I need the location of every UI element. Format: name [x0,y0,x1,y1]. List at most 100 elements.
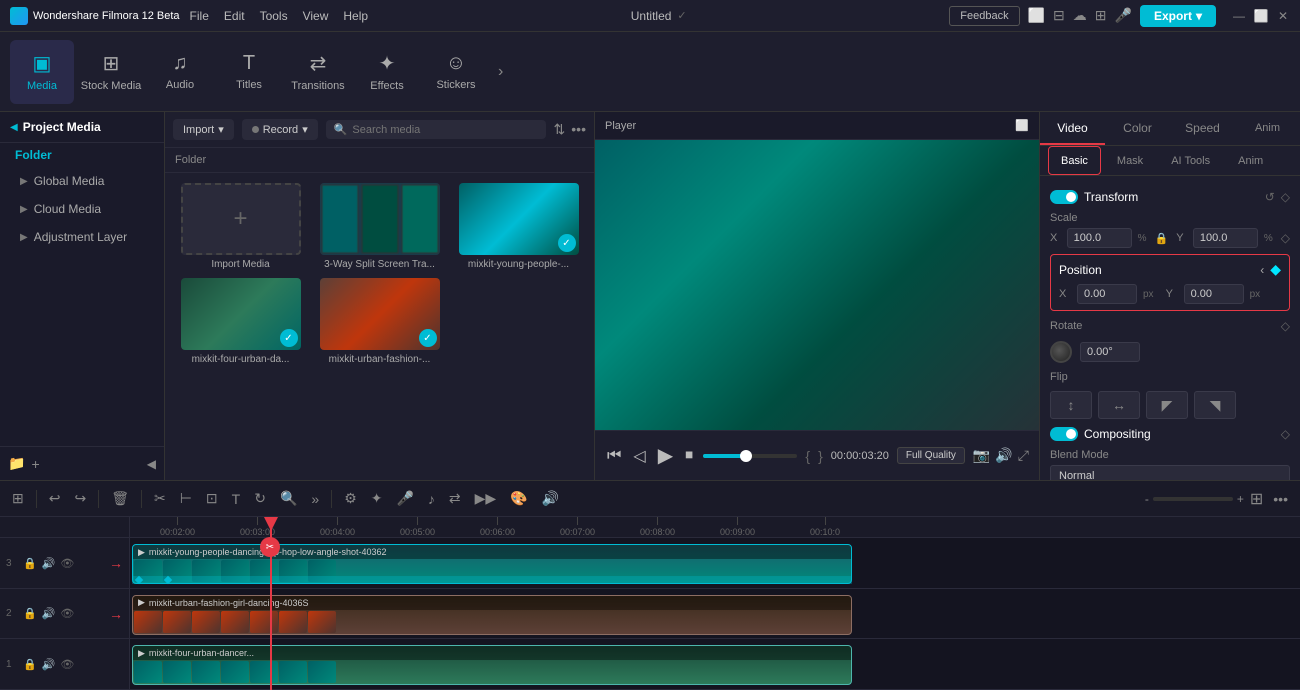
position-arrow-icon[interactable]: ‹ [1260,263,1264,277]
scale-reset-icon[interactable]: ◇ [1281,231,1290,245]
rotate-input[interactable] [1080,342,1140,362]
toolbar-stickers[interactable]: ☺ Stickers [424,40,488,104]
flip-corner-tr-button[interactable]: ◥ [1194,391,1236,419]
lock-icon[interactable]: 🔒 [1155,232,1169,245]
toggle-grid-icon[interactable]: ⊞ [1250,489,1263,509]
crop-icon[interactable]: ⊡ [202,488,222,509]
left-panel-cloud-media[interactable]: ▶ Cloud Media [0,195,164,223]
diamond-restore-icon[interactable]: ◇ [1281,190,1290,204]
monitor-icon[interactable]: ⬜ [1028,7,1045,24]
folder-label[interactable]: Folder [0,143,164,167]
more-options-icon[interactable]: ••• [571,121,586,138]
more-end-icon[interactable]: ••• [1269,489,1292,509]
track-2-mute-icon[interactable]: 🔊 [42,607,56,620]
collapse-panel-icon[interactable]: ◀ [147,457,156,471]
track-clip-2[interactable]: ▶ mixkit-urban-fashion-girl-dancing-4036… [132,595,852,635]
toolbar-more-icon[interactable]: › [493,63,508,81]
media-item-split-screen[interactable]: 3-Way Split Screen Tra... [314,183,445,270]
zoom-slider[interactable] [1153,497,1233,501]
progress-bar[interactable] [703,454,797,458]
track-3-eye-icon[interactable]: 👁 [60,557,74,570]
menu-help[interactable]: Help [343,9,368,23]
menu-view[interactable]: View [303,9,329,23]
rotate-icon[interactable]: ↻ [250,488,270,509]
compositing-reset-icon[interactable]: ◇ [1281,427,1290,441]
text-icon[interactable]: T [228,489,245,509]
undo-icon[interactable]: ↩ [45,488,65,509]
minimize-button[interactable]: — [1232,9,1246,23]
trim-icon[interactable]: ⊢ [176,488,196,509]
toolbar-stock-media[interactable]: ⊞ Stock Media [79,40,143,104]
music-icon[interactable]: ♪ [424,489,439,509]
import-button[interactable]: Import ▾ [173,119,234,140]
feedback-button[interactable]: Feedback [949,6,1019,26]
subtab-mask[interactable]: Mask [1105,146,1155,175]
media-item-four-urban[interactable]: ✓ mixkit-four-urban-da... [175,278,306,365]
media-item-young-people[interactable]: ✓ mixkit-young-people-... [453,183,584,270]
toolbar-media[interactable]: ▣ Media [10,40,74,104]
scale-y-input[interactable] [1193,228,1258,248]
timeline-playhead[interactable]: ✂ [270,517,272,690]
redo-icon[interactable]: ↪ [70,488,90,509]
subtab-ai-tools[interactable]: AI Tools [1159,146,1222,175]
record-button[interactable]: Record ▾ [242,119,318,140]
tab-video[interactable]: Video [1040,112,1105,145]
flip-vertical-button[interactable]: ↕ [1050,391,1092,419]
player-video-area[interactable] [595,140,1039,430]
zoom-in-timeline-icon[interactable]: + [1237,492,1244,506]
mic-tl-icon[interactable]: 🎤 [392,488,417,509]
menu-file[interactable]: File [190,9,209,23]
stop-button[interactable]: ⏹ [683,445,695,467]
grid-icon[interactable]: ⊞ [1095,7,1107,24]
reset-icon[interactable]: ↺ [1265,190,1275,204]
toolbar-effects[interactable]: ✦ Effects [355,40,419,104]
play-button[interactable]: ▶ [656,441,675,470]
menu-tools[interactable]: Tools [260,9,288,23]
skip-back-button[interactable]: ⏮ [605,445,623,467]
mic-icon[interactable]: 🎤 [1115,7,1132,24]
screenshot-icon[interactable]: 📷 [973,447,990,464]
track-clip-1[interactable]: ▶ mixkit-four-urban-dancer... [132,645,852,685]
zoom-out-icon[interactable]: - [1145,492,1149,506]
menu-edit[interactable]: Edit [224,9,245,23]
export-button[interactable]: Export ▾ [1140,5,1216,27]
quality-button[interactable]: Full Quality [897,447,965,464]
close-button[interactable]: ✕ [1276,9,1290,23]
track-1-mute-icon[interactable]: 🔊 [42,658,56,671]
sort-icon[interactable]: ⇅ [554,121,566,138]
search-input[interactable] [352,124,537,136]
blend-mode-select[interactable]: Normal Multiply Screen Overlay [1050,465,1290,480]
volume-tl-icon[interactable]: 🔊 [538,488,563,509]
rotate-wheel[interactable] [1050,341,1072,363]
settings-icon[interactable]: ⚙ [340,488,361,509]
track-2-lock-icon[interactable]: 🔒 [23,607,37,620]
fullscreen-icon[interactable]: ⤢ [1018,447,1029,464]
magic-icon[interactable]: ✦ [367,488,387,509]
maximize-button[interactable]: ⬜ [1254,9,1268,23]
split-icon[interactable]: ⊟ [1053,7,1065,24]
transform-toggle[interactable] [1050,190,1078,204]
scale-x-input[interactable] [1067,228,1132,248]
pos-x-input[interactable] [1077,284,1137,304]
track-2-eye-icon[interactable]: 👁 [60,607,74,620]
media-item-import[interactable]: + Import Media [175,183,306,270]
toolbar-titles[interactable]: T Titles [217,40,281,104]
subtab-anim[interactable]: Anim [1226,146,1275,175]
more-timeline-icon[interactable]: » [307,489,323,509]
zoom-in-icon[interactable]: 🔍 [276,488,301,509]
left-panel-global-media[interactable]: ▶ Global Media [0,167,164,195]
frame-back-button[interactable]: ◁ [631,444,647,468]
tab-color[interactable]: Color [1105,112,1170,145]
delete-icon[interactable]: 🗑 [107,488,133,509]
cloud-icon[interactable]: ☁ [1073,7,1087,24]
track-3-lock-icon[interactable]: 🔒 [23,557,37,570]
transition-tl-icon[interactable]: ⇄ [445,488,465,509]
position-diamond-icon[interactable]: ◆ [1270,261,1281,278]
compositing-toggle[interactable] [1050,427,1078,441]
volume-icon[interactable]: 🔊 [995,447,1012,464]
new-folder-icon[interactable]: 📁 [8,455,25,472]
rotate-reset-icon[interactable]: ◇ [1281,319,1290,333]
tab-speed[interactable]: Speed [1170,112,1235,145]
pos-y-input[interactable] [1184,284,1244,304]
tab-anim[interactable]: Anim [1235,112,1300,145]
